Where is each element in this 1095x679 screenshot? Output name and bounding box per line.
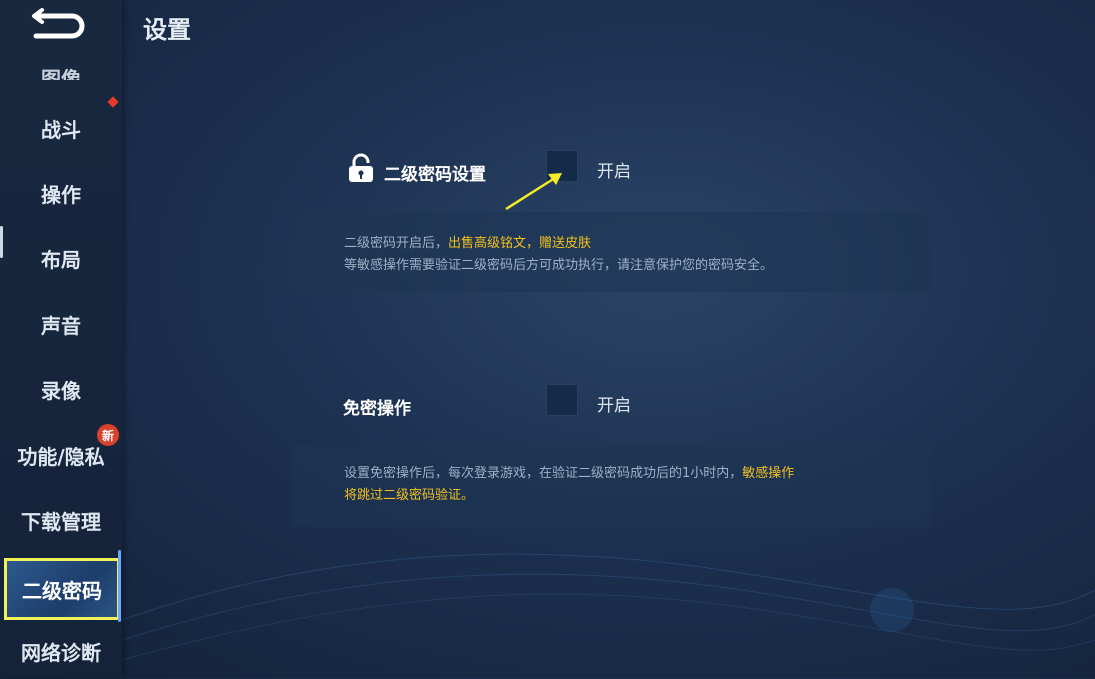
new-badge: 新 — [97, 424, 119, 446]
back-icon[interactable] — [28, 8, 90, 42]
lock-icon — [349, 153, 373, 182]
sidebar-item-label: 网络诊断 — [21, 640, 101, 665]
sidebar-item-battle[interactable]: 战斗 — [0, 100, 122, 156]
description-highlight: 将跳过二级密码验证。 — [344, 488, 475, 503]
sidebar: 图像 战斗 操作 布局 声音 录像 功能/隐私 新 下载管理 二级密码 网络诊断 — [0, 0, 122, 678]
sidebar-item-network[interactable]: 网络诊断 — [0, 623, 122, 679]
sidebar-item-label: 声音 — [41, 313, 81, 338]
scrollbar[interactable] — [118, 550, 121, 622]
description-highlight: 出售高级铭文，赠送皮肤 — [448, 236, 592, 251]
password-enable-label[interactable]: 开启 — [597, 157, 631, 182]
arrow-icon — [505, 173, 562, 211]
password-setting-label: 二级密码设置 — [384, 165, 486, 185]
free-operation-enable-label[interactable]: 开启 — [597, 391, 631, 416]
edge-handle — [0, 226, 3, 258]
sidebar-item-label: 二级密码 — [22, 578, 102, 603]
sidebar-item-label: 下载管理 — [21, 509, 101, 534]
description-text: 等敏感操作需要验证二级密码后方可成功执行，请注意保护您的密码安全。 — [344, 258, 774, 273]
page-title: 设置 — [143, 16, 191, 44]
password-description: 二级密码开启后，出售高级铭文，赠送皮肤 等敏感操作需要验证二级密码后方可成功执行… — [291, 212, 931, 292]
sidebar-item-secondary-password[interactable]: 二级密码 — [4, 558, 120, 620]
background-waves — [122, 553, 1095, 661]
sidebar-item-label: 功能/隐私 — [17, 444, 105, 469]
sidebar-item-label: 操作 — [41, 182, 81, 207]
sidebar-item-label: 布局 — [41, 247, 81, 272]
description-text: 设置免密操作后，每次登录游戏，在验证二级密码成功后的1小时内， — [344, 466, 743, 481]
sidebar-item-layout[interactable]: 布局 — [0, 230, 122, 286]
sidebar-item-controls[interactable]: 操作 — [0, 165, 122, 221]
free-operation-checkbox[interactable] — [546, 384, 578, 416]
sidebar-item-label: 录像 — [41, 378, 81, 403]
description-text: 二级密码开启后， — [344, 236, 449, 251]
sidebar-item-label: 图像 — [41, 67, 81, 80]
free-operation-label: 免密操作 — [343, 399, 411, 419]
sidebar-item-sound[interactable]: 声音 — [0, 296, 122, 352]
sidebar-item-image[interactable]: 图像 — [0, 40, 122, 80]
sidebar-item-downloads[interactable]: 下载管理 — [0, 492, 122, 548]
sidebar-item-label: 战斗 — [41, 117, 81, 142]
free-operation-description: 设置免密操作后，每次登录游戏，在验证二级密码成功后的1小时内，敏感操作 将跳过二… — [291, 443, 931, 527]
sidebar-item-replay[interactable]: 录像 — [0, 361, 122, 417]
description-highlight: 敏感操作 — [742, 466, 795, 481]
